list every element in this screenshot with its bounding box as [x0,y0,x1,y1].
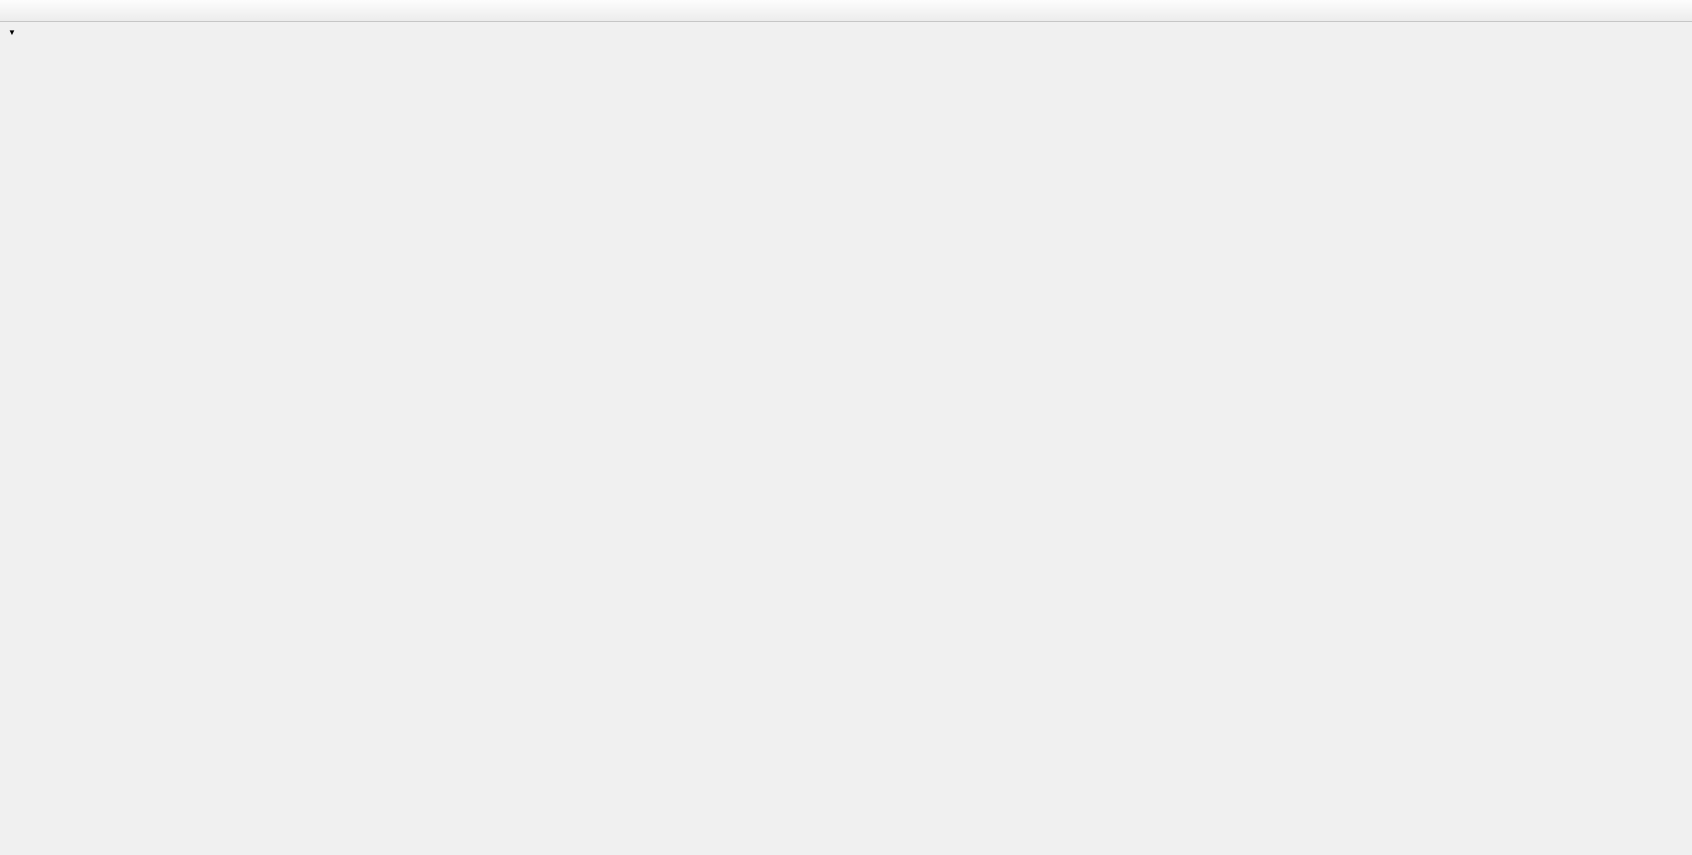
toolbar [0,0,1692,22]
chart-canvas[interactable] [0,0,1692,855]
chevron-down-icon[interactable]: ▼ [8,28,16,37]
mt4-window: ▼ [0,0,1692,855]
chart-title: ▼ [8,26,27,40]
